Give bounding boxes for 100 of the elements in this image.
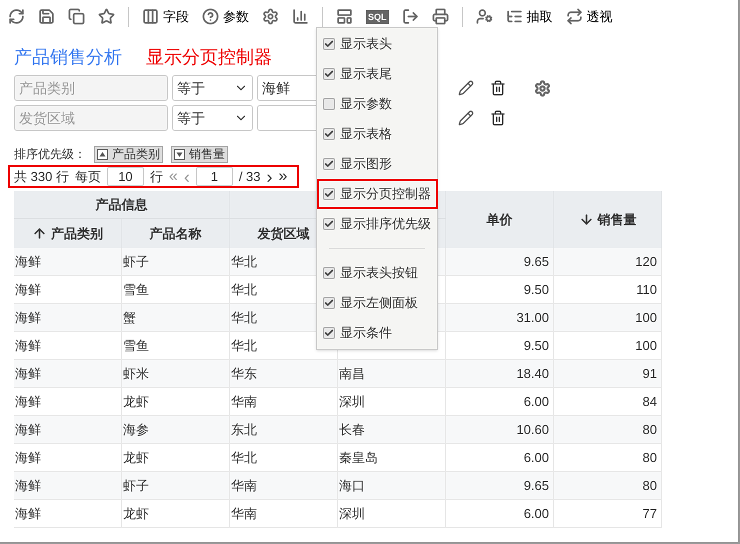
table-cell-text: 100 — [635, 308, 657, 327]
edit-icon[interactable] — [458, 110, 474, 126]
field-name: 发货区域 — [14, 105, 168, 131]
checkbox[interactable] — [323, 68, 335, 80]
page-field[interactable]: 1 — [196, 167, 233, 186]
table-cell-text: 深圳 — [339, 392, 365, 411]
column-group-header: 产品信息 — [14, 191, 230, 218]
toolbar-button[interactable] — [8, 8, 25, 25]
table-cell-text: 华北 — [231, 252, 257, 271]
check-icon — [324, 298, 334, 308]
column-header[interactable]: 产品类别 — [51, 224, 103, 244]
field-name: 产品类别 — [14, 75, 168, 101]
checkbox[interactable] — [323, 128, 335, 140]
checkbox[interactable] — [323, 297, 335, 309]
column-header[interactable]: 发货区域 — [258, 224, 310, 244]
save-icon — [38, 8, 55, 25]
delete-icon[interactable] — [490, 110, 506, 126]
checkbox[interactable] — [323, 188, 335, 200]
toolbar-button[interactable] — [68, 8, 85, 25]
edit-icon[interactable] — [458, 80, 474, 96]
table-cell-text: 华南 — [231, 476, 257, 495]
column-header[interactable]: 产品名称 — [150, 224, 202, 244]
table-cell-text: 海鲜 — [15, 252, 41, 271]
menu-item[interactable]: 显示参数 — [317, 89, 437, 119]
check-icon — [324, 219, 334, 229]
next-page-button[interactable]: › — [266, 168, 273, 186]
table-cell-text: 6.00 — [524, 392, 549, 411]
column-header[interactable]: 销售量 — [598, 210, 636, 230]
table-cell-text: 龙虾 — [123, 392, 149, 411]
toolbar-button[interactable]: 透视 — [566, 6, 613, 26]
sort-chip[interactable]: 产品类别 — [94, 146, 163, 162]
menu-item[interactable]: 显示图形 — [317, 149, 437, 179]
table-cell-text: 东北 — [231, 420, 257, 439]
sort-label: 排序优先级： — [14, 146, 86, 163]
table-cell-text: 华北 — [231, 336, 257, 355]
menu-item[interactable]: 显示排序优先级 — [317, 209, 437, 239]
table-cell-text: 77 — [642, 504, 657, 523]
copy-icon — [68, 8, 85, 25]
table-cell-text: 84 — [642, 392, 657, 411]
table-cell-text: 海鲜 — [15, 476, 41, 495]
toolbar-button[interactable]: SQL — [366, 10, 389, 24]
menu-item[interactable]: 显示条件 — [317, 318, 437, 348]
toolbar-button[interactable]: 抽取 — [506, 6, 553, 26]
export-icon — [402, 8, 419, 25]
page-size-field[interactable]: 10 — [106, 167, 144, 186]
delete-icon[interactable] — [490, 80, 506, 96]
menu-item[interactable]: 显示分页控制器 — [317, 179, 438, 209]
page-count: / 33 — [238, 168, 261, 186]
total-rows: 共 330 行 — [14, 166, 69, 186]
table-cell-text: 雪鱼 — [123, 280, 149, 299]
checkbox[interactable] — [323, 267, 335, 279]
caret-up-icon — [97, 148, 108, 160]
column-header[interactable]: 单价 — [486, 210, 512, 230]
toolbar-button[interactable] — [432, 8, 449, 25]
checkbox[interactable] — [323, 158, 335, 170]
table-cell-text: 80 — [642, 420, 657, 439]
toolbar-button[interactable] — [402, 8, 419, 25]
operator-dropdown[interactable]: 等于 — [172, 75, 253, 101]
table-cell-text: 华北 — [231, 308, 257, 327]
report-title: 产品销售分析 — [14, 46, 122, 68]
list-icon — [506, 8, 523, 25]
toolbar-button[interactable] — [476, 8, 493, 25]
menu-item[interactable]: 显示表尾 — [317, 59, 437, 89]
checkbox[interactable] — [323, 218, 335, 230]
table-cell-text: 虾子 — [123, 252, 149, 271]
menu-item[interactable]: 显示表头 — [317, 29, 437, 59]
checkbox[interactable] — [323, 327, 335, 339]
table-cell-text: 9.65 — [524, 476, 549, 495]
checkbox[interactable] — [323, 98, 335, 110]
menu-item[interactable]: 显示左侧面板 — [317, 288, 437, 318]
print-icon — [432, 8, 449, 25]
toolbar-button[interactable] — [262, 8, 279, 25]
caret-down-icon — [174, 148, 185, 160]
table-cell-text: 海鲜 — [15, 420, 41, 439]
check-icon — [324, 129, 334, 139]
table-cell-text: 海鲜 — [15, 336, 41, 355]
toolbar-button[interactable] — [292, 8, 309, 25]
menu-item[interactable]: 显示表格 — [317, 119, 437, 149]
refresh-icon — [8, 8, 25, 25]
sort-chip[interactable]: 销售量 — [171, 146, 228, 162]
toolbar-button[interactable] — [98, 8, 115, 25]
menu-item[interactable]: 显示表头按钮 — [317, 258, 437, 288]
last-page-button[interactable]: » — [278, 168, 288, 184]
checkbox[interactable] — [323, 38, 335, 50]
toolbar-button[interactable]: 字段 — [142, 6, 189, 26]
table-cell-text: 南昌 — [339, 364, 365, 383]
toolbar-button[interactable] — [38, 8, 55, 25]
settings-icon[interactable] — [534, 80, 551, 96]
check-icon — [324, 39, 334, 49]
bar-chart-icon — [292, 8, 309, 25]
toolbar-button[interactable] — [336, 8, 353, 25]
table-cell-text: 100 — [635, 336, 657, 355]
layout-icon — [336, 8, 353, 25]
star-icon — [98, 8, 115, 25]
table-cell-text: 虾子 — [123, 476, 149, 495]
toolbar-button[interactable]: 参数 — [202, 6, 249, 26]
table-cell-text: 深圳 — [339, 504, 365, 523]
table-cell-text: 海鲜 — [15, 364, 41, 383]
operator-dropdown[interactable]: 等于 — [172, 105, 253, 131]
table-cell-text: 海鲜 — [15, 308, 41, 327]
